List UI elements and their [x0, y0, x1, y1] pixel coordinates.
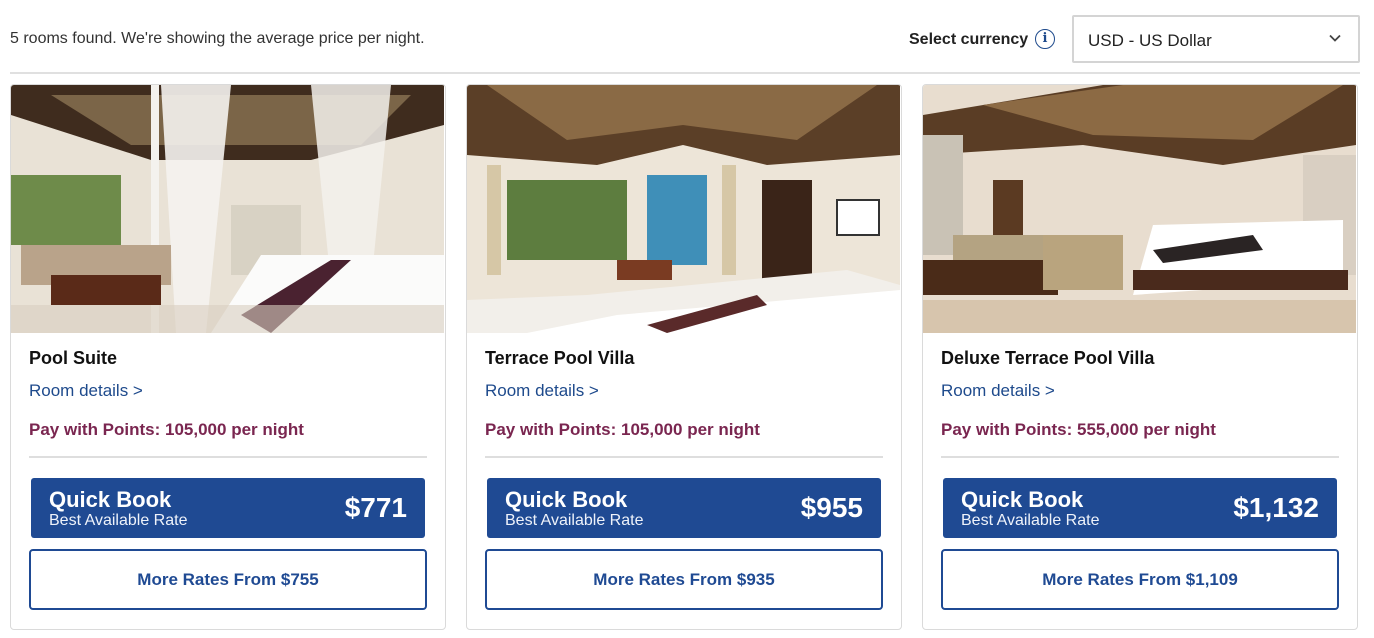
quick-book-button[interactable]: Quick Book Best Available Rate $955	[487, 478, 881, 538]
quick-book-price: $955	[800, 492, 863, 523]
room-photo[interactable]	[923, 85, 1356, 333]
header-divider	[10, 72, 1360, 74]
room-details-link[interactable]: Room details >	[485, 381, 599, 401]
quick-book-subtitle: Best Available Rate	[49, 512, 188, 529]
quick-book-price: $1,132	[1233, 492, 1319, 523]
room-card: Terrace Pool Villa Room details > Pay wi…	[466, 84, 902, 630]
room-name: Terrace Pool Villa	[485, 348, 635, 368]
points-price: Pay with Points: 105,000 per night	[485, 420, 760, 439]
quick-book-button[interactable]: Quick Book Best Available Rate $771	[31, 478, 425, 538]
room-photo[interactable]	[11, 85, 444, 333]
more-rates-button[interactable]: More Rates From $935	[485, 549, 883, 610]
room-details-link[interactable]: Room details >	[29, 381, 143, 401]
quick-book-title: Quick Book	[505, 487, 628, 512]
room-details-link[interactable]: Room details >	[941, 381, 1055, 401]
currency-selected-value: USD - US Dollar	[1088, 31, 1212, 50]
quick-book-button[interactable]: Quick Book Best Available Rate $1,132	[943, 478, 1337, 538]
room-card: Pool Suite Room details > Pay with Point…	[10, 84, 446, 630]
points-price: Pay with Points: 105,000 per night	[29, 420, 304, 439]
more-rates-button[interactable]: More Rates From $755	[29, 549, 427, 610]
quick-book-subtitle: Best Available Rate	[505, 512, 644, 529]
room-name: Deluxe Terrace Pool Villa	[941, 348, 1155, 368]
quick-book-title: Quick Book	[961, 487, 1084, 512]
room-photo[interactable]	[467, 85, 900, 333]
results-header: 5 rooms found. We're showing the average…	[0, 0, 1374, 74]
chevron-down-icon	[1329, 34, 1341, 42]
currency-label: Select currency	[909, 31, 1029, 48]
points-price: Pay with Points: 555,000 per night	[941, 420, 1216, 439]
card-divider	[485, 456, 883, 458]
info-icon[interactable]: i	[1035, 29, 1055, 49]
results-summary: 5 rooms found. We're showing the average…	[10, 30, 425, 47]
currency-select[interactable]: USD - US Dollar	[1072, 15, 1360, 63]
quick-book-price: $771	[344, 492, 407, 523]
room-name: Pool Suite	[29, 348, 118, 368]
card-divider	[941, 456, 1339, 458]
room-card: Deluxe Terrace Pool Villa Room details >…	[922, 84, 1358, 630]
more-rates-button[interactable]: More Rates From $1,109	[941, 549, 1339, 610]
card-divider	[29, 456, 427, 458]
quick-book-title: Quick Book	[49, 487, 172, 512]
quick-book-subtitle: Best Available Rate	[961, 512, 1100, 529]
